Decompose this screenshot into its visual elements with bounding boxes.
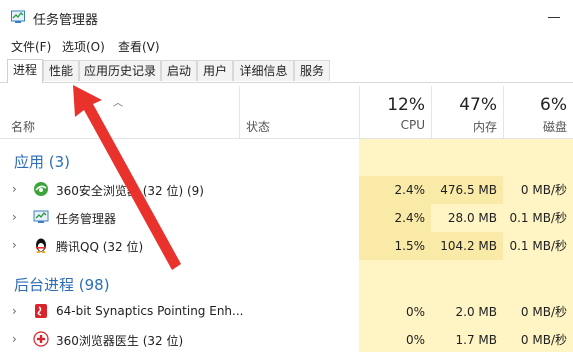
group-apps[interactable]: 应用 (3): [14, 151, 70, 172]
process-list: 应用 (3) › 360安全浏览器 (32 位) (9) 2.4% 476.5 …: [0, 139, 573, 352]
task-manager-icon: [33, 210, 49, 223]
process-name: 64-bit Synaptics Pointing Enh...: [56, 304, 244, 318]
memory-value: 104.2 MB: [431, 232, 503, 260]
process-row[interactable]: › 64-bit Synaptics Pointing Enh... 0% 2.…: [0, 298, 573, 326]
process-row[interactable]: › 360安全浏览器 (32 位) (9) 2.4% 476.5 MB 0 MB…: [0, 176, 573, 204]
tab-performance[interactable]: 性能: [43, 60, 79, 81]
minimize-button[interactable]: [548, 17, 560, 18]
cpu-value: 0%: [405, 305, 425, 319]
disk-value: 0.1 MB/秒: [509, 211, 567, 225]
column-header: ︿ 名称 状态 12% CPU 47% 内存 6% 磁盘: [0, 86, 573, 139]
browser-doctor-icon: [33, 331, 49, 347]
cpu-value: 1.5%: [359, 232, 431, 260]
disk-value: 0 MB/秒: [520, 183, 567, 197]
tab-services[interactable]: 服务: [294, 60, 330, 81]
disk-value: 0 MB/秒: [520, 333, 567, 347]
header-status[interactable]: 状态: [246, 118, 270, 135]
tab-strip: 进程 性能 应用历史记录 启动 用户 详细信息 服务: [0, 59, 573, 83]
memory-value: 2.0 MB: [455, 305, 497, 319]
task-manager-app-icon: [11, 10, 25, 23]
synaptics-icon: [35, 304, 47, 318]
tab-processes[interactable]: 进程: [7, 59, 43, 83]
tab-app-history[interactable]: 应用历史记录: [79, 60, 161, 81]
cpu-percent: 12%: [387, 95, 425, 115]
memory-value: 476.5 MB: [431, 176, 503, 204]
memory-value: 1.7 MB: [455, 333, 497, 347]
tab-startup[interactable]: 启动: [161, 60, 197, 81]
expand-chevron-icon[interactable]: ›: [12, 238, 17, 252]
menu-options[interactable]: 选项(O): [62, 38, 105, 55]
expand-chevron-icon[interactable]: ›: [12, 210, 17, 224]
disk-percent: 6%: [540, 95, 567, 115]
cpu-value: 2.4%: [359, 176, 431, 204]
expand-chevron-icon[interactable]: ›: [12, 182, 17, 196]
disk-value: 0.1 MB/秒: [509, 239, 567, 253]
header-memory[interactable]: 内存: [431, 118, 497, 135]
title-bar: 任务管理器: [0, 0, 573, 35]
tab-users[interactable]: 用户: [197, 60, 233, 81]
360-browser-icon: [34, 182, 48, 196]
expand-chevron-icon[interactable]: ›: [12, 332, 17, 346]
sort-up-icon[interactable]: ︿: [113, 94, 123, 109]
column-divider[interactable]: [239, 86, 240, 138]
header-cpu[interactable]: CPU: [359, 118, 425, 132]
disk-value: 0 MB/秒: [520, 305, 567, 319]
expand-chevron-icon[interactable]: ›: [12, 304, 17, 318]
process-row[interactable]: › 任务管理器 2.4% 28.0 MB 0.1 MB/秒: [0, 204, 573, 232]
window-title: 任务管理器: [33, 13, 99, 28]
process-row[interactable]: › 腾讯QQ (32 位) 1.5% 104.2 MB 0.1 MB/秒: [0, 232, 573, 260]
process-name: 360安全浏览器 (32 位) (9): [56, 184, 204, 198]
tab-details[interactable]: 详细信息: [233, 60, 294, 81]
process-name: 任务管理器: [56, 212, 117, 226]
menu-bar: 文件(F) 选项(O) 查看(V): [0, 35, 573, 57]
cpu-value: 2.4%: [359, 204, 431, 232]
header-disk[interactable]: 磁盘: [503, 118, 567, 135]
process-name: 腾讯QQ (32 位): [56, 240, 144, 254]
cpu-value: 0%: [405, 333, 425, 347]
process-name: 360浏览器医生 (32 位): [56, 334, 184, 348]
process-row[interactable]: › 360浏览器医生 (32 位) 0% 1.7 MB 0 MB/秒: [0, 326, 573, 354]
memory-percent: 47%: [459, 95, 497, 115]
header-name[interactable]: 名称: [11, 118, 35, 135]
group-background[interactable]: 后台进程 (98): [14, 274, 110, 295]
qq-penguin-icon: [36, 238, 46, 253]
menu-view[interactable]: 查看(V): [118, 38, 160, 55]
memory-value: 28.0 MB: [447, 211, 497, 225]
menu-file[interactable]: 文件(F): [11, 38, 51, 55]
